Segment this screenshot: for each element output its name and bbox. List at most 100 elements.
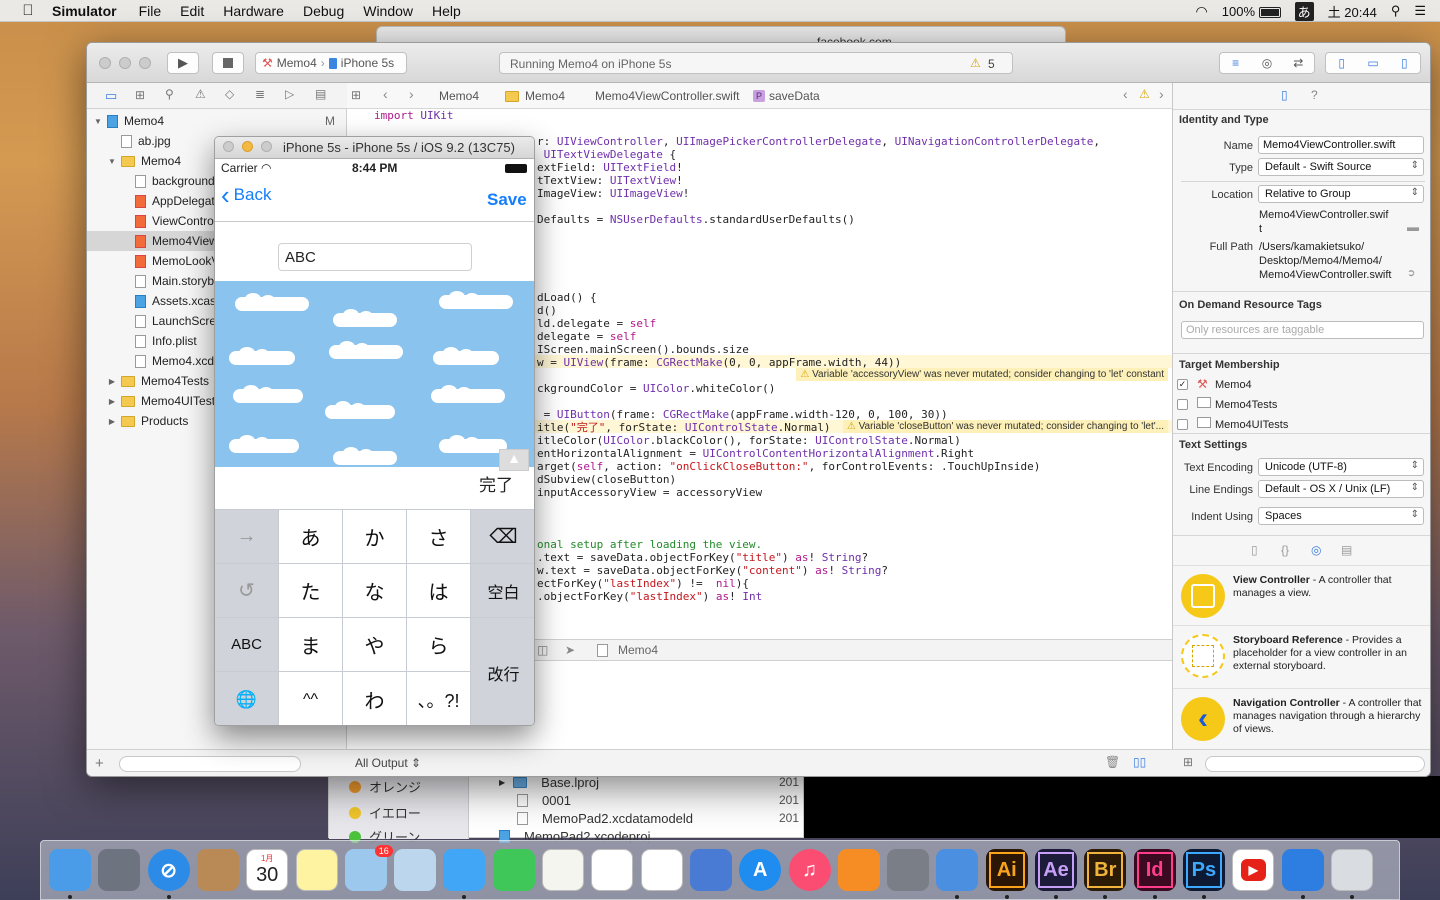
save-button[interactable]: Save [487, 190, 527, 210]
object-library-icon[interactable]: ◎ [1311, 543, 1321, 557]
key-na[interactable]: な [343, 564, 406, 617]
key-return[interactable]: 改行 [471, 618, 534, 725]
title-text-field[interactable]: ABC [278, 243, 472, 271]
messages-icon[interactable] [443, 849, 486, 891]
minimize-window-button[interactable] [119, 57, 131, 69]
choose-file-folder-icon[interactable]: ▬ [1407, 220, 1419, 234]
key-ta[interactable]: た [279, 564, 342, 617]
forward-arrow-icon[interactable]: › [409, 86, 414, 102]
library-grid-icon[interactable]: ⊞ [1183, 755, 1193, 769]
textedit-icon[interactable] [542, 849, 584, 891]
toggle-debug-area-icon[interactable]: ▭ [1357, 56, 1388, 70]
library-item-navigation-controller[interactable]: ‹ Navigation Controller - A controller t… [1173, 688, 1430, 748]
location-popup[interactable]: Relative to Group [1258, 185, 1424, 203]
breakpoint-navigator-icon[interactable]: ▷ [285, 87, 294, 101]
trash-icon[interactable] [1330, 849, 1373, 891]
key-ya[interactable]: や [343, 618, 406, 671]
report-navigator-icon[interactable]: ▤ [315, 87, 326, 101]
after-effects-icon[interactable]: Ae [1035, 849, 1077, 891]
type-popup[interactable]: Default - Swift Source [1258, 158, 1424, 176]
debug-target[interactable]: Memo4 [597, 643, 658, 657]
key-space[interactable]: 空白 [471, 564, 534, 617]
sim-close-button[interactable] [223, 141, 234, 152]
key-next-arrow[interactable]: → [215, 510, 278, 563]
back-button[interactable]: ‹ Back [221, 182, 271, 208]
breadcrumb-symbol[interactable]: PsaveData [753, 89, 820, 103]
key-undo[interactable]: ↺ [215, 564, 278, 617]
simulator-icon[interactable] [1281, 849, 1324, 891]
finder-tag-yellow[interactable]: イエロー [349, 803, 421, 822]
zoom-window-button[interactable] [139, 57, 151, 69]
symbol-navigator-icon[interactable]: ⊞ [135, 88, 145, 102]
key-delete[interactable]: ⌫ [471, 510, 534, 563]
key-ka[interactable]: か [343, 510, 406, 563]
toggle-navigator-icon[interactable]: ▯ [1326, 56, 1357, 70]
finder-tag-orange[interactable]: オレンジ [349, 777, 421, 796]
indesign-icon[interactable]: Id [1133, 849, 1176, 891]
keynote-icon[interactable] [689, 849, 732, 891]
key-punctuation[interactable]: 、。?! [407, 672, 470, 725]
target-checkbox[interactable] [1177, 399, 1188, 410]
run-button[interactable]: ▶ [167, 52, 199, 74]
split-console-icon[interactable]: ▯▯ [1133, 755, 1146, 769]
calendar-icon[interactable]: 1月 30 [246, 849, 289, 891]
wifi-icon[interactable]: ◠ [1196, 3, 1208, 20]
mail-icon[interactable]: 16 [344, 845, 393, 891]
name-field[interactable]: Memo4ViewController.swift [1258, 136, 1424, 154]
notes-icon[interactable] [295, 849, 338, 891]
menu-help[interactable]: Help [432, 3, 461, 19]
scheme-selector[interactable]: ⚒ Memo4 › iPhone 5s [255, 52, 407, 74]
target-checkbox-checked[interactable]: ✓ [1177, 379, 1188, 390]
project-navigator-icon[interactable]: ▭ [105, 88, 117, 104]
itunes-icon[interactable]: ♫ [788, 849, 831, 891]
appstore-icon[interactable]: A [739, 849, 782, 891]
key-ma[interactable]: ま [279, 618, 342, 671]
related-items-icon[interactable]: ⊞ [351, 88, 361, 102]
menu-debug[interactable]: Debug [303, 3, 344, 19]
resource-tags-field[interactable]: Only resources are taggable [1181, 321, 1424, 339]
console-output-select[interactable]: All Output ⇕ [355, 756, 421, 770]
library-item-storyboard-reference[interactable]: Storyboard Reference - Provides a placeh… [1173, 625, 1430, 685]
menu-hardware[interactable]: Hardware [223, 3, 284, 19]
finder-row-datamodel[interactable]: MemoPad2.xcdatamodeld [517, 811, 693, 826]
warning-count[interactable]: 5 [988, 57, 995, 71]
finder-icon[interactable] [49, 849, 91, 891]
done-button[interactable]: 完了 [479, 471, 513, 496]
indent-popup[interactable]: Spaces [1258, 507, 1424, 525]
photos-icon[interactable] [591, 849, 634, 891]
bridge-icon[interactable]: Br [1084, 849, 1127, 891]
inline-warning-message[interactable]: ⚠ Variable 'accessoryView' was never mut… [796, 368, 1168, 381]
youtube-icon[interactable]: ▶ [1232, 849, 1275, 891]
back-arrow-icon[interactable]: ‹ [383, 86, 388, 102]
breadcrumb-group[interactable]: Memo4 [505, 89, 565, 103]
file-inspector-icon[interactable]: ▯ [1281, 88, 1288, 102]
key-globe[interactable]: 🌐 [215, 672, 278, 725]
photoshop-icon[interactable]: Ps [1182, 849, 1225, 891]
menu-clock[interactable]: 土 20:44 [1328, 2, 1377, 21]
image-placeholder-icon[interactable]: ▲ [499, 449, 529, 471]
breadcrumb-project[interactable]: Memo4 [439, 89, 479, 103]
quick-help-icon[interactable]: ? [1311, 88, 1318, 102]
breadcrumb-file[interactable]: Memo4ViewController.swift [595, 89, 740, 103]
apple-menu-icon[interactable]:  [18, 2, 38, 19]
sim-minimize-button[interactable] [242, 141, 253, 152]
stop-button[interactable] [212, 52, 244, 74]
previous-issue-icon[interactable]: ‹ [1123, 86, 1128, 102]
target-checkbox[interactable] [1177, 419, 1188, 430]
issue-warning-icon[interactable]: ⚠ [1139, 87, 1150, 101]
input-method-icon[interactable]: あ [1294, 1, 1314, 21]
navigator-filter-input[interactable] [119, 756, 301, 772]
find-navigator-icon[interactable]: ⚲ [165, 87, 174, 101]
standard-editor-icon[interactable]: ≡ [1220, 56, 1251, 70]
menu-app-name[interactable]: Simulator [52, 3, 117, 19]
preview-icon[interactable] [394, 849, 437, 891]
close-window-button[interactable] [99, 57, 111, 69]
sim-zoom-button[interactable] [261, 141, 272, 152]
warning-icon[interactable]: ⚠ [970, 56, 981, 70]
notification-center-icon[interactable]: ☰ [1414, 3, 1426, 19]
inline-warning-message[interactable]: ⚠ Variable 'closeButton' was never mutat… [842, 420, 1168, 433]
key-a[interactable]: あ [279, 510, 342, 563]
safari-icon[interactable]: ⊘ [147, 849, 190, 891]
background-image-view[interactable] [215, 281, 534, 467]
trash-console-icon[interactable]: 🗑 [1105, 755, 1120, 769]
